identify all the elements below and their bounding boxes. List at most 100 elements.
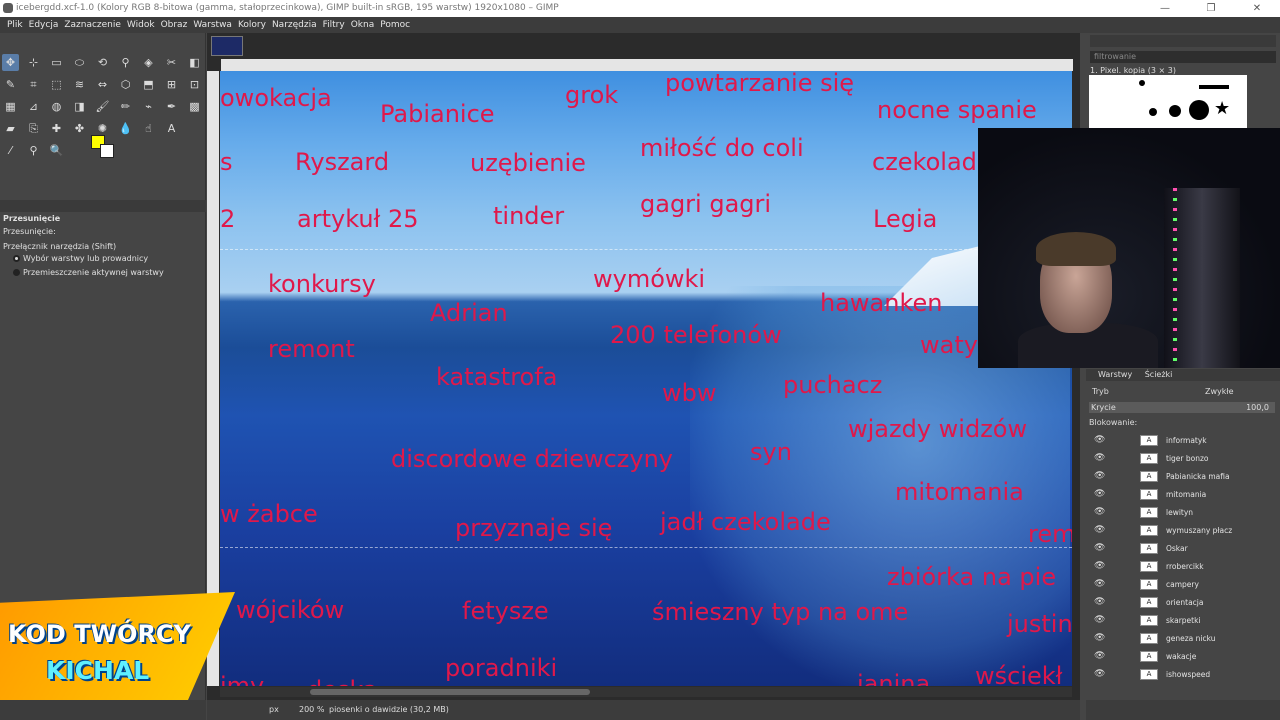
layer-row[interactable]: 👁 Aorientacja [1088,594,1268,611]
foreground-select-icon[interactable]: ◧ [186,54,203,71]
tool-options-tabs[interactable] [0,200,206,212]
heal-icon[interactable]: ✚ [48,120,65,137]
menu-widok[interactable]: Widok [124,17,158,33]
unified-transform-icon[interactable]: ⬚ [48,76,65,93]
layer-row[interactable]: 👁 Alewityn [1088,504,1268,521]
measure-icon[interactable]: ⚲ [25,142,42,159]
layer-row[interactable]: 👁 Atiger bonzo [1088,450,1268,467]
text-tool-icon[interactable]: A [163,120,180,137]
radio-pick-layer[interactable] [13,255,20,262]
guide-line[interactable] [220,249,1072,250]
guide-line[interactable] [220,547,1072,548]
visibility-eye-icon[interactable]: 👁 [1094,522,1105,539]
image-tab-thumbnail[interactable] [211,36,243,56]
menu-edycja[interactable]: Edycja [26,17,62,33]
clone-icon[interactable]: ⎘ [25,120,42,137]
visibility-eye-icon[interactable]: 👁 [1094,468,1105,485]
layer-row[interactable]: 👁 A Pabianicka mafia [1088,468,1268,485]
move-active-layer-option[interactable]: Przemieszczenie aktywnej warstwy [3,268,164,277]
fuzzy-select-icon[interactable]: ⚲ [117,54,134,71]
menu-okna[interactable]: Okna [348,17,378,33]
visibility-eye-icon[interactable]: 👁 [1094,666,1105,683]
dodge-icon[interactable]: 💧 [117,120,134,137]
cage-transform-icon[interactable]: ⬡ [117,76,134,93]
visibility-eye-icon[interactable]: 👁 [1094,432,1105,449]
layer-row[interactable]: 👁 A Oskar [1088,540,1268,557]
ellipse-select-icon[interactable]: ⬭ [71,54,88,71]
brush-swatch[interactable] [1169,105,1181,117]
menu-plik[interactable]: Plik [4,17,26,33]
rect-select-icon[interactable]: ▭ [48,54,65,71]
blend-icon[interactable]: ◨ [71,98,88,115]
unit-select[interactable]: px [269,700,279,720]
layer-row[interactable]: 👁 Amitomania [1088,486,1268,503]
layer-row[interactable]: 👁 Askarpetki [1088,612,1268,629]
maximize-button[interactable]: ❐ [1188,0,1234,17]
zoom-select[interactable]: 200 % [299,700,324,720]
3d-transform-icon[interactable]: ⊞ [163,76,180,93]
menu-obraz[interactable]: Obraz [158,17,191,33]
move-tool-icon[interactable]: ✥ [2,54,19,71]
brushes-grid[interactable]: ★ [1089,75,1247,130]
warp-transform-icon[interactable]: ≋ [71,76,88,93]
horizontal-ruler[interactable] [221,59,1073,71]
background-color-swatch[interactable] [100,144,114,158]
layer-row[interactable]: 👁 Ageneza nicku [1088,630,1268,647]
pick-layer-option[interactable]: Wybór warstwy lub prowadnicy [3,254,148,263]
menu-warstwa[interactable]: Warstwa [190,17,235,33]
close-window-button[interactable]: ✕ [1234,0,1280,17]
paintbrush-icon[interactable]: 🖌 [94,98,111,115]
visibility-eye-icon[interactable]: 👁 [1094,486,1105,503]
menu-zaznaczenie[interactable]: Zaznaczenie [61,17,124,33]
layer-row[interactable]: 👁 Acampery [1088,576,1268,593]
visibility-eye-icon[interactable]: 👁 [1094,594,1105,611]
tab-layers[interactable]: Warstwy [1098,370,1132,379]
visibility-eye-icon[interactable]: 👁 [1094,630,1105,647]
scissors-icon[interactable]: ✂ [163,54,180,71]
menu-pomoc[interactable]: Pomoc [377,17,413,33]
color-select-icon[interactable]: ◈ [140,54,157,71]
layer-row[interactable]: 👁 Ainformatyk [1088,432,1268,449]
lasso-icon[interactable]: ⟲ [94,54,111,71]
scrollbar-thumb[interactable] [310,689,590,695]
minimize-button[interactable]: — [1142,0,1188,17]
brush-swatch[interactable] [1199,85,1229,89]
airbrush-icon[interactable]: ⌁ [140,98,157,115]
layer-row[interactable]: 👁 Aishowspeed [1088,666,1268,683]
free-select-icon[interactable]: ⊿ [25,98,42,115]
menu-narzedzia[interactable]: Narzędzia [269,17,320,33]
menu-filtry[interactable]: Filtry [320,17,348,33]
brush-swatch[interactable]: ★ [1214,100,1230,118]
visibility-eye-icon[interactable]: 👁 [1094,504,1105,521]
bucket-fill-icon[interactable]: ◍ [48,98,65,115]
opacity-slider[interactable]: Krycie 100,0 [1089,402,1275,413]
mode-select[interactable]: Zwykłe [1205,387,1234,396]
brush-filter-input[interactable]: filtrowanie [1090,51,1276,63]
visibility-eye-icon[interactable]: 👁 [1094,648,1105,665]
visibility-eye-icon[interactable]: 👁 [1094,450,1105,467]
layer-row[interactable]: 👁 Awymuszany płacz [1088,522,1268,539]
brush-swatch[interactable] [1139,80,1145,86]
brush-swatch[interactable] [1149,108,1157,116]
zoom-icon[interactable]: 🔍 [48,142,65,159]
paths-tool-icon[interactable]: ✎ [2,76,19,93]
flip-icon[interactable]: ⇔ [94,76,111,93]
tab-paths[interactable]: Ścieżki [1145,370,1173,379]
menu-kolory[interactable]: Kolory [235,17,269,33]
dock-tabs[interactable] [1090,35,1276,47]
pencil-icon[interactable]: ✏ [117,98,134,115]
visibility-eye-icon[interactable]: 👁 [1094,612,1105,629]
gradient-icon[interactable]: ▦ [2,98,19,115]
brush-swatch[interactable] [1189,100,1209,120]
handle-transform-icon[interactable]: ⊡ [186,76,203,93]
perspective-clone-icon[interactable]: ✤ [71,120,88,137]
visibility-eye-icon[interactable]: 👁 [1094,540,1105,557]
radio-active-layer[interactable] [13,269,20,276]
align-tool-icon[interactable]: ⊹ [25,54,42,71]
mypaint-brush-icon[interactable]: ▩ [186,98,203,115]
crop-icon[interactable]: ⌗ [25,76,42,93]
layer-row[interactable]: 👁 Awakacje [1088,648,1268,665]
image-canvas[interactable]: owokacja Pabianice grok powtarzanie się nocn… [220,71,1072,686]
perspective-icon[interactable]: ⬒ [140,76,157,93]
ink-icon[interactable]: ✒ [163,98,180,115]
